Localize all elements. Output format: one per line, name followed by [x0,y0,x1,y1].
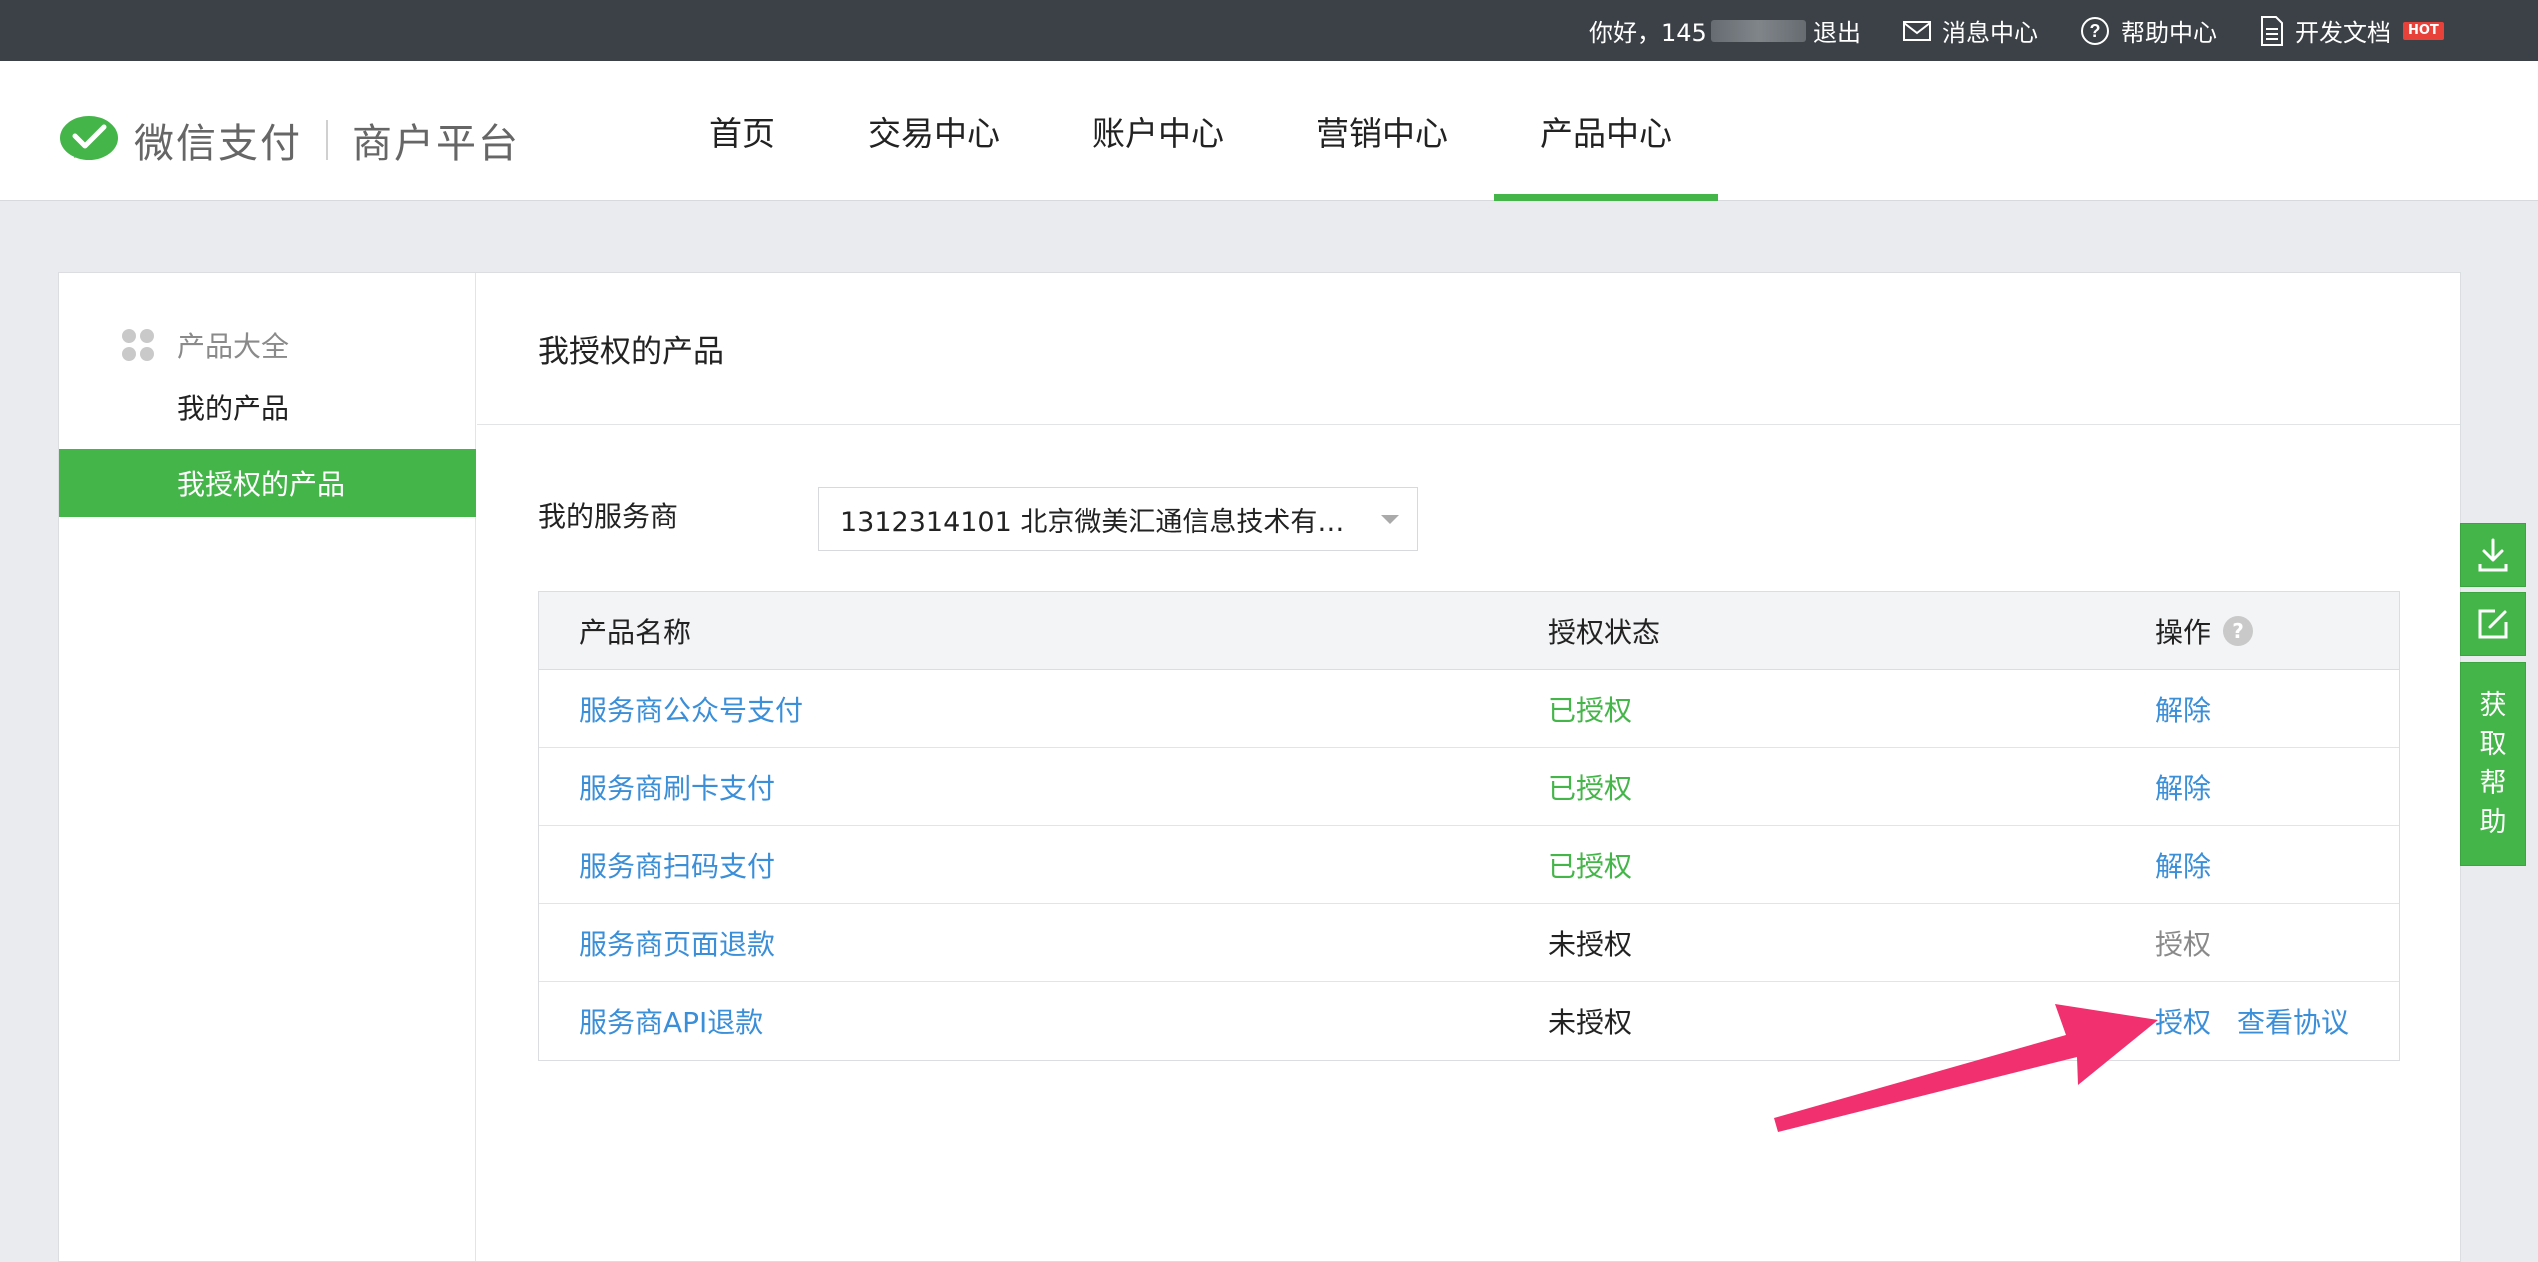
top-bar: 你好，145 退出 消息中心 ? 帮助中心 开发文档 HOT [0,0,2538,61]
nav-marketing[interactable]: 营销中心 [1308,61,1456,201]
nav-home[interactable]: 首页 [692,61,792,201]
wechat-pay-logo[interactable]: 微信支付 商户平台 [58,111,520,169]
logo-brand-text: 微信支付 [134,121,302,167]
feedback-button[interactable] [2460,592,2526,656]
question-circle-icon: ? [2081,16,2109,45]
products-table: 产品名称 授权状态 操作 ? 服务商公众号支付 已授权 解除 服务商刷卡支付 已… [538,591,2400,1061]
help-center-link[interactable]: ? 帮助中心 [2079,0,2217,61]
column-header-actions: 操作 ? [2155,592,2254,670]
nav-products[interactable]: 产品中心 [1494,61,1718,201]
get-help-button[interactable]: 获 取 帮 助 [2460,662,2526,866]
user-greeting: 你好，145 [1589,0,1806,61]
download-icon [2478,538,2508,572]
document-icon [2261,15,2283,46]
mail-icon [1903,20,1931,41]
sidebar-head-label: 产品大全 [177,330,290,363]
sidebar: 产品大全 我的产品 我授权的产品 [59,273,476,1261]
sidebar-item-label: 我授权的产品 [177,468,346,501]
chevron-down-icon [1381,515,1399,524]
logo-divider [326,120,328,160]
column-header-product-name: 产品名称 [579,616,692,649]
logo-platform-text: 商户平台 [352,121,520,167]
revoke-link[interactable]: 解除 [2155,670,2211,748]
auth-status: 未授权 [1548,1006,1633,1039]
revoke-link[interactable]: 解除 [2155,826,2211,904]
table-row: 服务商扫码支付 已授权 解除 [539,826,2399,904]
logout-link[interactable]: 退出 [1813,0,1861,61]
sidebar-item-authorized-products[interactable]: 我授权的产品 [59,449,476,517]
page-title: 我授权的产品 [477,273,2460,425]
view-agreement-link[interactable]: 查看协议 [2237,1001,2349,1041]
help-center-label: 帮助中心 [2121,19,2217,47]
message-center-label: 消息中心 [1942,19,2038,47]
table-row: 服务商页面退款 未授权 授权 [539,904,2399,982]
main-header: 微信支付 商户平台 首页 交易中心 账户中心 营销中心 产品中心 [0,61,2538,201]
authorize-link-disabled: 授权 [2155,928,2212,961]
auth-status: 已授权 [1548,772,1633,805]
hot-badge: HOT [2403,21,2444,40]
sidebar-item-label: 我的产品 [177,392,290,425]
provider-filter-label: 我的服务商 [538,500,679,533]
provider-select[interactable]: 1312314101 北京微美汇通信息技术有… [818,487,1418,551]
authorize-link[interactable]: 授权 [2155,1001,2211,1041]
masked-account-id [1710,19,1806,42]
nav-transactions-label: 交易中心 [868,114,1000,153]
main-panel: 产品大全 我的产品 我授权的产品 我授权的产品 我的服务商 1312314101… [58,272,2461,1262]
revoke-link[interactable]: 解除 [2155,748,2211,826]
sidebar-item-my-products[interactable]: 我的产品 [59,373,476,441]
product-name-link[interactable]: 服务商刷卡支付 [579,748,775,826]
download-button[interactable] [2460,523,2526,587]
page-title-text: 我授权的产品 [538,334,724,370]
grid-icon [122,329,154,361]
product-name-link[interactable]: 服务商页面退款 [579,904,775,982]
logout-label: 退出 [1813,19,1861,47]
table-row: 服务商公众号支付 已授权 解除 [539,670,2399,748]
auth-status: 已授权 [1548,694,1633,727]
nav-account-label: 账户中心 [1092,114,1224,153]
table-header: 产品名称 授权状态 操作 ? [539,592,2399,670]
sidebar-head-all-products[interactable]: 产品大全 [119,325,289,365]
help-char: 获 [2479,690,2507,721]
auth-status: 未授权 [1548,928,1633,961]
provider-select-value: 1312314101 北京微美汇通信息技术有… [840,506,1345,538]
nav-home-label: 首页 [709,114,775,153]
table-row: 服务商API退款 未授权 授权 查看协议 [539,982,2399,1060]
nav-account[interactable]: 账户中心 [1084,61,1232,201]
column-header-actions-label: 操作 [2155,616,2212,649]
message-center-link[interactable]: 消息中心 [1902,0,2038,61]
help-char: 取 [2479,729,2507,760]
nav-transactions[interactable]: 交易中心 [860,61,1008,201]
row-actions: 授权 查看协议 [2155,982,2349,1060]
table-row: 服务商刷卡支付 已授权 解除 [539,748,2399,826]
svg-text:?: ? [2090,21,2101,41]
content-area: 我授权的产品 我的服务商 1312314101 北京微美汇通信息技术有… 产品名… [477,273,2460,1261]
question-help-icon[interactable]: ? [2223,616,2254,646]
help-char: 助 [2479,807,2507,838]
product-name-link[interactable]: 服务商扫码支付 [579,826,775,904]
dev-docs-link[interactable]: 开发文档 HOT [2259,0,2444,61]
auth-status: 已授权 [1548,850,1633,883]
product-name-link[interactable]: 服务商公众号支付 [579,670,803,748]
edit-icon [2478,609,2508,639]
product-name-link[interactable]: 服务商API退款 [579,982,763,1060]
wechat-pay-logo-icon [60,116,118,160]
dev-docs-label: 开发文档 [2295,19,2391,47]
greeting-text: 你好，145 [1589,19,1707,47]
nav-marketing-label: 营销中心 [1316,114,1448,153]
help-char: 帮 [2479,768,2507,799]
nav-products-label: 产品中心 [1540,114,1672,153]
column-header-auth-status: 授权状态 [1548,616,1661,649]
